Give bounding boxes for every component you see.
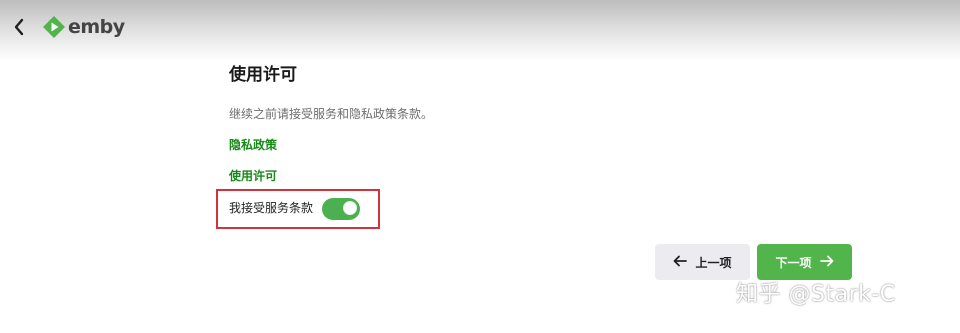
privacy-policy-link[interactable]: 隐私政策 (229, 137, 277, 153)
app-header: emby (0, 0, 960, 62)
next-button[interactable]: 下一项 (757, 244, 852, 280)
license-link[interactable]: 使用许可 (229, 168, 277, 184)
emby-logo: emby (42, 14, 125, 40)
watermark: 知乎 @Stark-C (736, 282, 896, 307)
page-title: 使用许可 (229, 65, 297, 85)
back-button[interactable] (8, 15, 30, 39)
previous-button[interactable]: 上一项 (655, 244, 750, 280)
previous-button-label: 上一项 (695, 255, 732, 270)
logo-text: emby (68, 16, 125, 38)
accept-terms-highlight: 我接受服务条款 (216, 189, 380, 229)
terms-description: 继续之前请接受服务和隐私政策条款。 (229, 107, 434, 121)
arrow-left-icon (673, 254, 688, 270)
accept-terms-label: 我接受服务条款 (229, 201, 314, 215)
arrow-right-icon (819, 254, 834, 270)
chevron-left-icon (14, 18, 24, 36)
emby-logo-icon (43, 16, 65, 38)
accept-terms-toggle[interactable] (322, 198, 360, 220)
next-button-label: 下一项 (775, 255, 812, 270)
toggle-knob (343, 201, 357, 215)
